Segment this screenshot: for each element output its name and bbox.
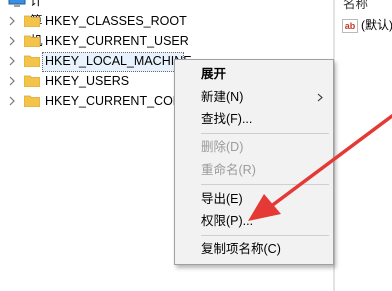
menu-item-label: 权限(P)... [201, 214, 254, 228]
menu-item-export[interactable]: 导出(E) [175, 189, 333, 209]
menu-item-permissions[interactable]: 权限(P)... [175, 211, 333, 231]
tree-item-label: HKEY_CLASSES_ROOT [45, 14, 187, 28]
value-name: (默认) [361, 18, 392, 32]
tree-item-label: HKEY_LOCAL_MACHINE [45, 54, 192, 68]
chevron-right-icon[interactable] [8, 91, 18, 111]
tree-item-hkey-current-user[interactable]: HKEY_CURRENT_USER [0, 31, 333, 51]
menu-item-label: 新建(N) [201, 90, 244, 104]
menu-item-new[interactable]: 新建(N) [175, 87, 333, 107]
menu-item-label: 导出(E) [201, 192, 243, 206]
menu-item-label: 查找(F)... [201, 112, 253, 126]
submenu-arrow-icon [317, 93, 323, 102]
chevron-right-icon[interactable] [8, 51, 18, 71]
value-row-default[interactable]: ab (默认) [342, 16, 392, 33]
string-value-icon: ab [342, 18, 358, 33]
folder-icon [24, 15, 40, 27]
menu-item-copy-key-name[interactable]: 复制项名称(C) [175, 239, 333, 259]
column-header-name[interactable]: 名称 [343, 0, 368, 12]
tree-item-hkey-classes-root[interactable]: HKEY_CLASSES_ROOT [0, 11, 333, 31]
menu-separator [201, 133, 329, 134]
menu-separator [201, 184, 329, 185]
chevron-right-icon[interactable] [8, 71, 18, 91]
context-menu: 展开 新建(N) 查找(F)... 删除(D) 重命名(R) 导出(E) 权限(… [174, 59, 334, 265]
menu-item-rename[interactable]: 重命名(R) [175, 160, 333, 180]
folder-icon [24, 55, 40, 67]
values-pane: 名称 ab (默认) [335, 0, 392, 291]
tree-item-label: HKEY_CURRENT_CON [45, 94, 182, 108]
menu-separator [201, 235, 329, 236]
computer-icon [8, 0, 26, 7]
tree-item-label: HKEY_USERS [45, 74, 130, 88]
menu-item-find[interactable]: 查找(F)... [175, 109, 333, 129]
folder-icon [24, 35, 40, 47]
chevron-right-icon[interactable] [8, 11, 18, 31]
menu-item-label: 展开 [201, 67, 227, 81]
menu-item-expand[interactable]: 展开 [175, 64, 333, 84]
chevron-right-icon[interactable] [8, 31, 18, 51]
folder-icon [24, 95, 40, 107]
menu-item-label: 重命名(R) [201, 163, 256, 177]
menu-item-label: 删除(D) [201, 140, 244, 154]
menu-item-delete[interactable]: 删除(D) [175, 137, 333, 157]
tree-item-label: HKEY_CURRENT_USER [45, 34, 189, 48]
folder-icon [24, 75, 40, 87]
menu-item-label: 复制项名称(C) [201, 242, 281, 256]
